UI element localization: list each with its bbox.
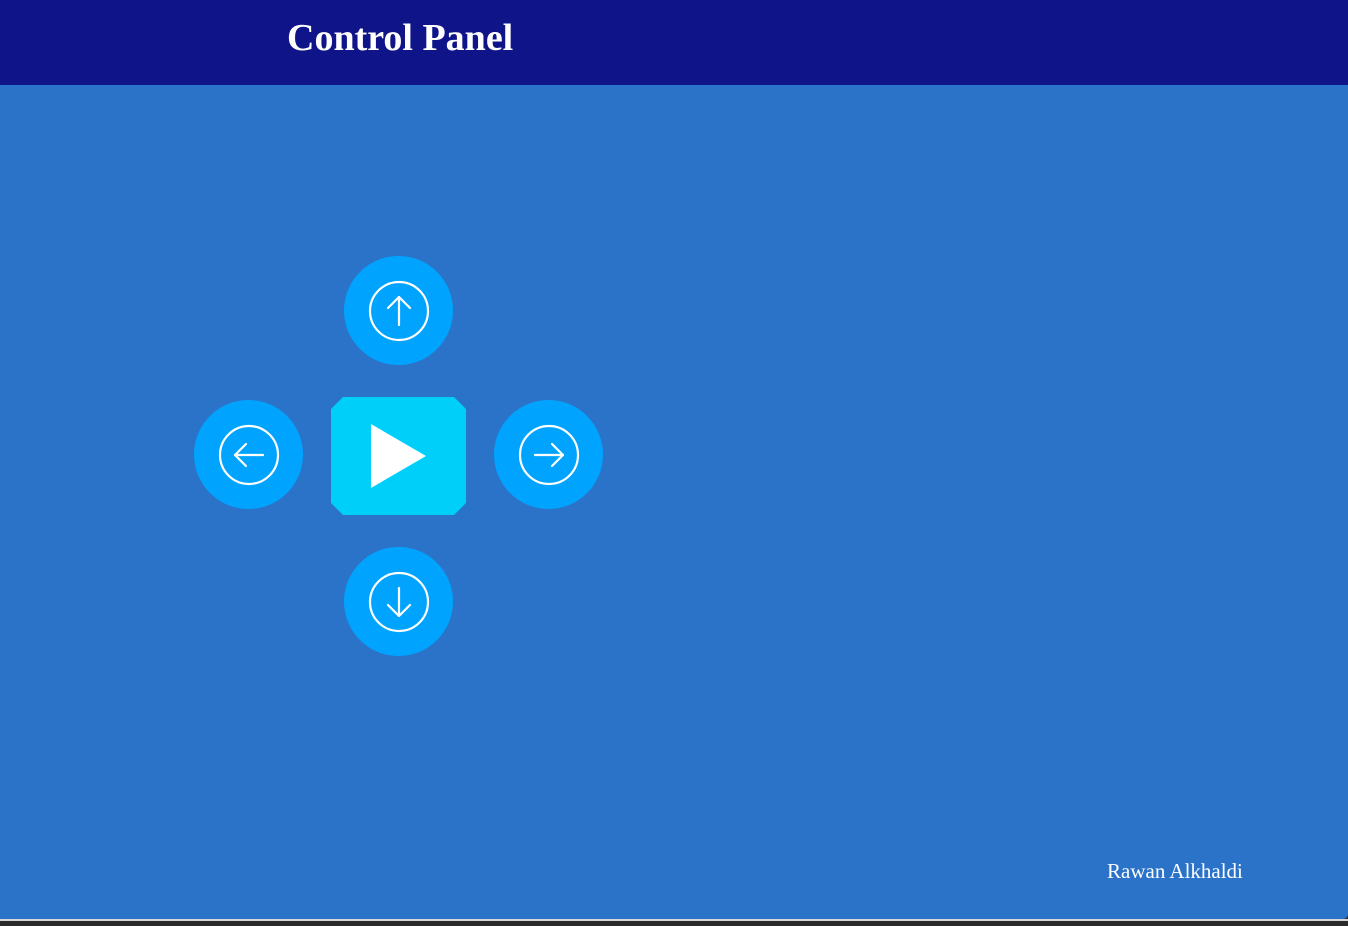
down-button[interactable] (344, 547, 453, 656)
arrow-left-circle-icon (218, 424, 279, 485)
arrow-down-circle-icon (368, 571, 429, 632)
arrow-right-circle-icon (518, 424, 579, 485)
page-title: Control Panel (287, 17, 514, 59)
left-button[interactable] (194, 400, 303, 509)
window-edge (0, 921, 1348, 926)
page: Control Panel Rawan Alkhaldi (0, 0, 1348, 926)
up-button[interactable] (344, 256, 453, 365)
right-button[interactable] (494, 400, 603, 509)
header-bar: Control Panel (0, 0, 1348, 85)
main-panel (0, 85, 1348, 919)
arrow-up-circle-icon (368, 280, 429, 341)
play-button[interactable] (331, 397, 466, 515)
play-icon (370, 424, 426, 488)
author-name: Rawan Alkhaldi (1107, 859, 1243, 883)
